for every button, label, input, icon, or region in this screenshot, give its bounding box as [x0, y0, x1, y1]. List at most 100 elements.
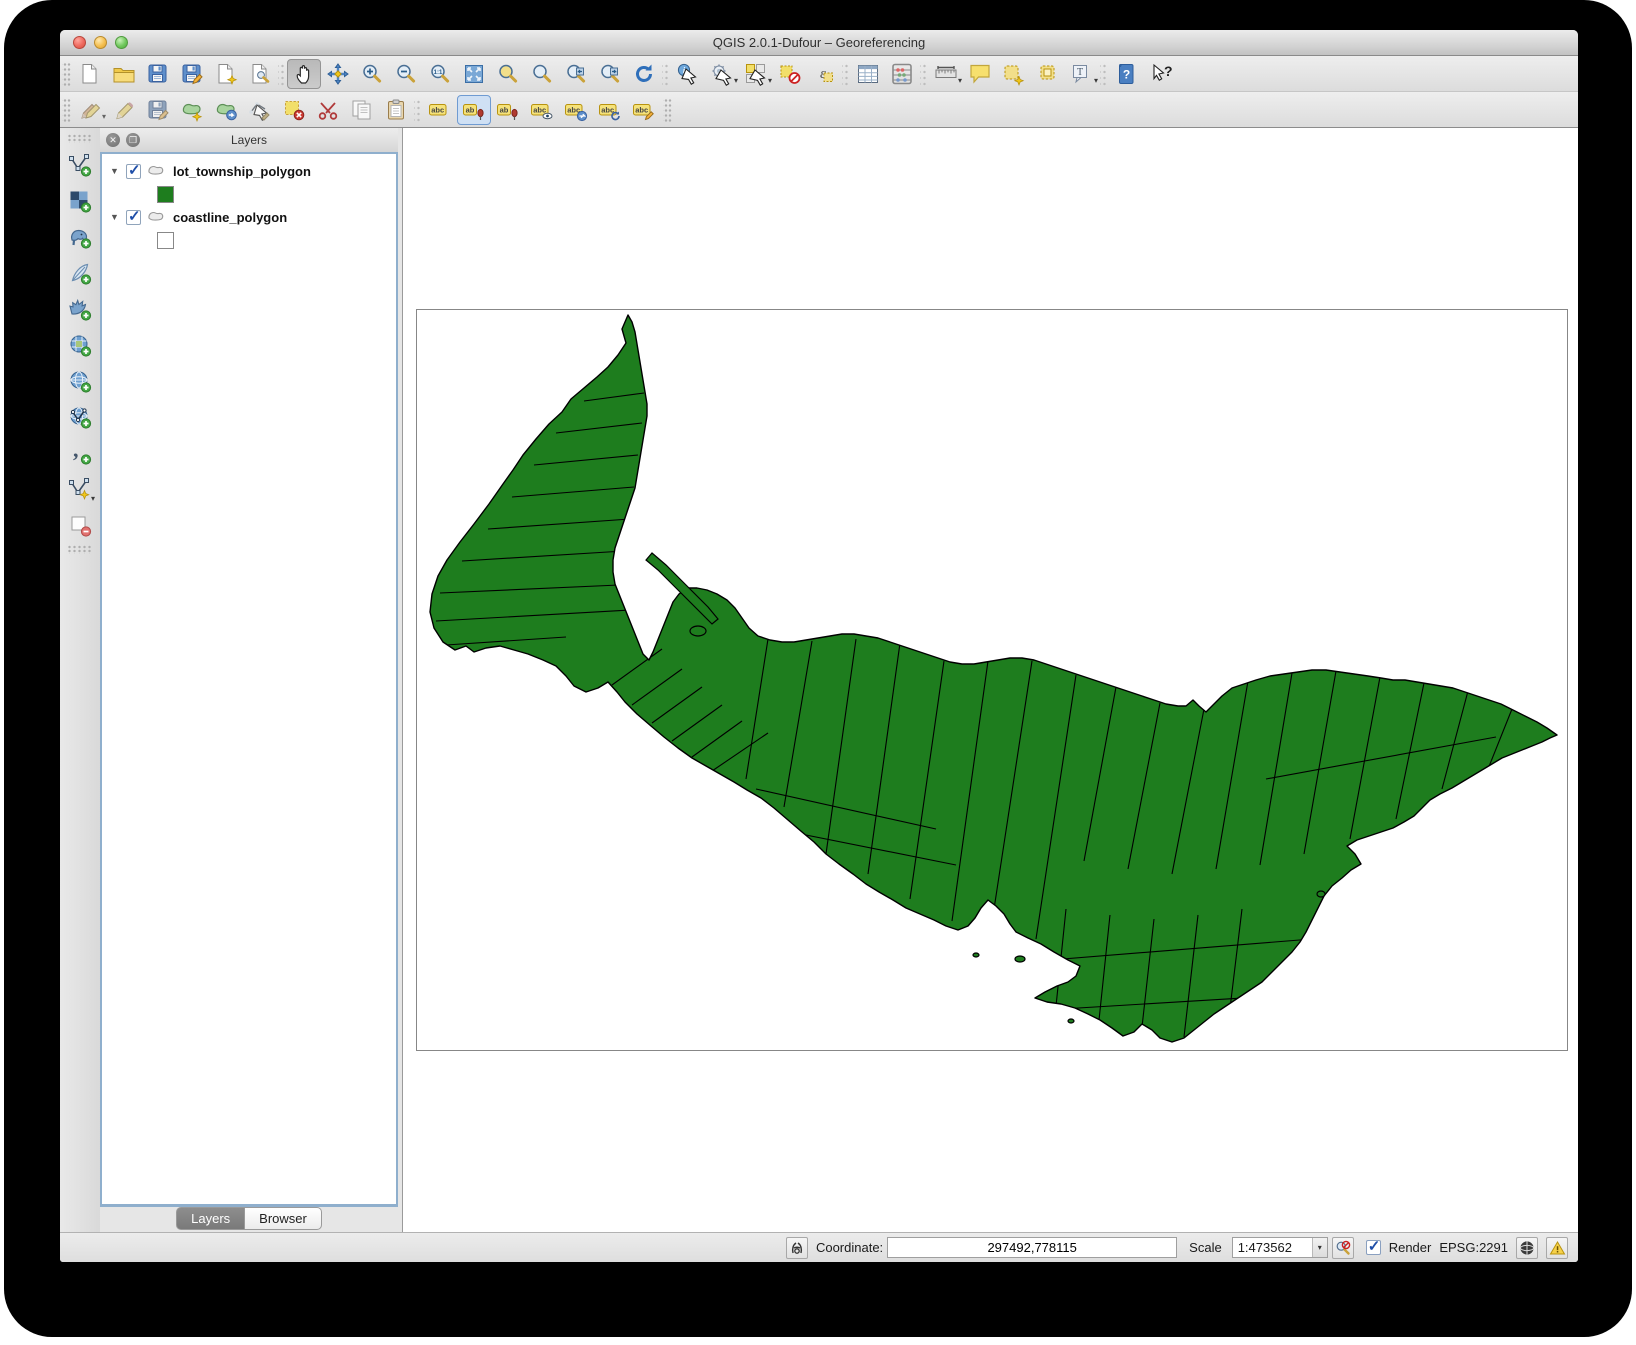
pan-map-icon	[292, 62, 316, 86]
layer-symbology-row[interactable]	[106, 228, 392, 252]
zoom-native-button[interactable]: 1:1	[423, 59, 457, 89]
zoom-full-button[interactable]	[457, 59, 491, 89]
new-project-button[interactable]	[73, 59, 107, 89]
add-wfs-layer-button[interactable]	[64, 399, 96, 435]
measure-button[interactable]: ▾	[929, 59, 963, 89]
zoom-out-button[interactable]	[389, 59, 423, 89]
add-feature-button[interactable]	[175, 95, 209, 125]
titlebar[interactable]: QGIS 2.0.1-Dufour – Georeferencing	[60, 30, 1578, 56]
new-shapefile-layer-button[interactable]: ▾	[64, 471, 96, 507]
zoom-to-selection-button[interactable]	[491, 59, 525, 89]
zoom-to-layer-button[interactable]	[525, 59, 559, 89]
open-project-icon	[112, 62, 136, 86]
coordinate-input[interactable]	[887, 1237, 1177, 1258]
add-vector-layer-button[interactable]	[64, 147, 96, 183]
layer-symbol-swatch[interactable]	[157, 232, 174, 249]
crs-status-icon[interactable]	[1516, 1237, 1538, 1259]
node-tool-button[interactable]	[243, 95, 277, 125]
move-feature-button[interactable]	[209, 95, 243, 125]
add-wcs-layer-button[interactable]	[64, 363, 96, 399]
save-layer-edits-button[interactable]	[141, 95, 175, 125]
run-feature-action-dropdown-arrow-icon[interactable]: ▾	[734, 77, 738, 85]
save-project-as-button[interactable]	[175, 59, 209, 89]
current-edits-dropdown-arrow-icon[interactable]: ▾	[102, 113, 106, 121]
show-bookmarks-button[interactable]	[1031, 59, 1065, 89]
zoom-in-button[interactable]	[355, 59, 389, 89]
layer-item-coastline_polygon[interactable]: ▼✓coastline_polygon	[106, 206, 392, 228]
zoom-last-button[interactable]	[559, 59, 593, 89]
coordinate-tracking-icon[interactable]	[786, 1237, 808, 1259]
toolbar-drag-handle[interactable]	[62, 97, 71, 123]
scale-lock-icon[interactable]	[1332, 1237, 1354, 1259]
scale-combo-arrow-icon[interactable]: ▾	[1312, 1238, 1327, 1257]
run-feature-action-button[interactable]: ▾	[705, 59, 739, 89]
add-raster-layer-button[interactable]	[64, 183, 96, 219]
new-shapefile-layer-dropdown-arrow-icon[interactable]: ▾	[91, 495, 95, 503]
layer-item-lot_township_polygon[interactable]: ▼✓lot_township_polygon	[106, 160, 392, 182]
copy-features-button[interactable]	[345, 95, 379, 125]
add-mssql-layer-button[interactable]	[64, 291, 96, 327]
remove-layer-button[interactable]	[64, 507, 96, 543]
measure-dropdown-arrow-icon[interactable]: ▾	[958, 77, 962, 85]
layer-symbology-row[interactable]	[106, 182, 392, 206]
layer-expand-arrow-icon[interactable]: ▼	[110, 166, 120, 176]
toolbar-drag-handle[interactable]	[663, 97, 672, 123]
change-label-button[interactable]: abc	[627, 95, 661, 125]
toolbar-separator	[1100, 62, 1108, 86]
statusbar: Coordinate: Scale 1:473562 ▾ ✓ Render EP…	[60, 1232, 1578, 1262]
text-annotation-dropdown-arrow-icon[interactable]: ▾	[1094, 77, 1098, 85]
scale-combo[interactable]: 1:473562 ▾	[1232, 1237, 1328, 1258]
delete-selected-button[interactable]	[277, 95, 311, 125]
open-project-button[interactable]	[107, 59, 141, 89]
add-wms-layer-button[interactable]	[64, 327, 96, 363]
show-hide-labels-button[interactable]: abc	[525, 95, 559, 125]
layer-expand-arrow-icon[interactable]: ▼	[110, 212, 120, 222]
text-annotation-button[interactable]: T▾	[1065, 59, 1099, 89]
layers-panel-header[interactable]: Layers ✕ ❐	[100, 128, 398, 152]
add-spatialite-layer-button[interactable]	[64, 255, 96, 291]
labeling-options-button[interactable]: abc	[423, 95, 457, 125]
toolbar-drag-handle[interactable]	[67, 134, 93, 143]
save-project-button[interactable]	[141, 59, 175, 89]
render-checkbox[interactable]: ✓	[1366, 1240, 1381, 1255]
layer-visibility-checkbox[interactable]: ✓	[126, 164, 141, 179]
add-delimited-text-layer-button[interactable]: ,	[64, 435, 96, 471]
toolbar-drag-handle[interactable]	[67, 545, 93, 554]
select-by-expression-button[interactable]: ε	[807, 59, 841, 89]
panel-tab-layers[interactable]: Layers	[176, 1207, 245, 1230]
pan-to-selection-button[interactable]	[321, 59, 355, 89]
select-features-button[interactable]: ▾	[739, 59, 773, 89]
map-tips-button[interactable]	[963, 59, 997, 89]
help-contents-button[interactable]: ?	[1109, 59, 1143, 89]
open-attribute-table-button[interactable]	[851, 59, 885, 89]
layer-visibility-checkbox[interactable]: ✓	[126, 210, 141, 225]
identify-features-button[interactable]: i	[671, 59, 705, 89]
log-messages-icon[interactable]	[1546, 1237, 1568, 1259]
layer-tree[interactable]: ▼✓lot_township_polygon▼✓coastline_polygo…	[100, 152, 398, 1207]
toggle-editing-button[interactable]	[107, 95, 141, 125]
select-features-dropdown-arrow-icon[interactable]: ▾	[768, 77, 772, 85]
pin-labels-button[interactable]: ab	[457, 95, 491, 125]
rotate-label-button[interactable]: abc	[593, 95, 627, 125]
new-bookmark-button[interactable]	[997, 59, 1031, 89]
whats-this-button[interactable]: ?	[1143, 59, 1177, 89]
field-calculator-button[interactable]	[885, 59, 919, 89]
cut-features-button[interactable]	[311, 95, 345, 125]
panel-tab-browser[interactable]: Browser	[245, 1207, 322, 1230]
move-label-button[interactable]: abc	[559, 95, 593, 125]
labeling-options-icon: abc	[428, 98, 452, 122]
add-postgis-layer-button[interactable]	[64, 219, 96, 255]
current-edits-button[interactable]: ▾	[73, 95, 107, 125]
pan-map-button[interactable]	[287, 59, 321, 89]
map-canvas[interactable]	[402, 128, 1578, 1232]
layer-symbol-swatch[interactable]	[157, 186, 174, 203]
refresh-button[interactable]	[627, 59, 661, 89]
highlight-pinned-labels-button[interactable]: ab	[491, 95, 525, 125]
toolbar-drag-handle[interactable]	[62, 61, 71, 87]
new-print-composer-button[interactable]	[209, 59, 243, 89]
composer-manager-button[interactable]	[243, 59, 277, 89]
paste-features-button[interactable]	[379, 95, 413, 125]
zoom-next-button[interactable]	[593, 59, 627, 89]
toolbar-file-nav-attributes: 1:1i▾▾ε▾T▾??	[60, 56, 1578, 92]
deselect-all-button[interactable]	[773, 59, 807, 89]
